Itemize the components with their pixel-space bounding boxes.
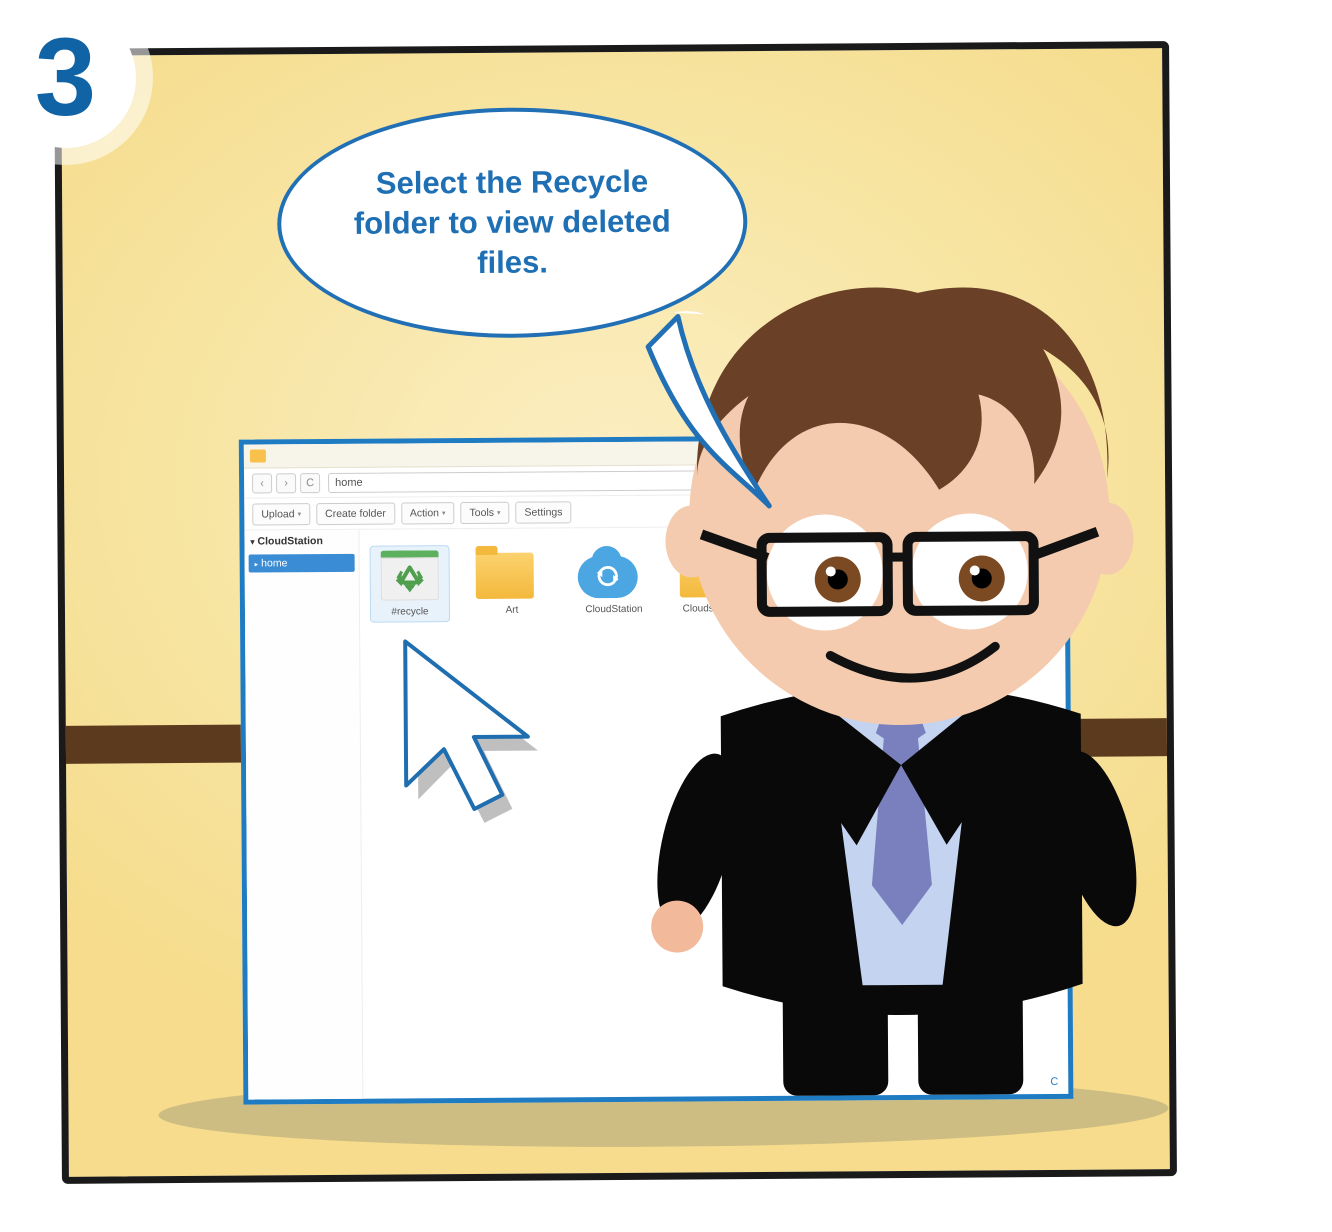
tools-label: Tools bbox=[469, 506, 494, 518]
dropdown-caret-icon: ▾ bbox=[442, 509, 446, 517]
folder-item-recycle[interactable]: #recycle bbox=[370, 545, 451, 623]
caret-down-icon: ▾ bbox=[250, 538, 254, 547]
upload-label: Upload bbox=[261, 508, 294, 520]
sidebar-item-home[interactable]: ▸home bbox=[249, 554, 355, 573]
sidebar-root[interactable]: ▾CloudStation bbox=[244, 530, 358, 553]
cloud-sync-icon bbox=[578, 556, 638, 598]
tutorial-panel: ‹ › C home Upload ▾ Create folder Action… bbox=[54, 41, 1177, 1184]
sidebar-root-label: CloudStation bbox=[257, 535, 322, 547]
dropdown-caret-icon: ▾ bbox=[497, 508, 501, 516]
speech-text: Select the Recycle folder to view delete… bbox=[331, 162, 694, 284]
item-label: Art bbox=[476, 604, 548, 616]
titlebar-folder-icon bbox=[250, 449, 266, 462]
bubble-tail-icon bbox=[638, 306, 779, 517]
folder-item-art[interactable]: Art bbox=[472, 544, 553, 620]
sidebar: ▾CloudStation ▸home bbox=[244, 530, 363, 1100]
step-number: 3 bbox=[0, 0, 153, 165]
folder-icon bbox=[476, 553, 534, 599]
step-badge: 3 bbox=[0, 0, 153, 165]
caret-right-icon: ▸ bbox=[255, 561, 259, 568]
nav-back-button[interactable]: ‹ bbox=[252, 473, 272, 493]
item-label: #recycle bbox=[375, 606, 445, 617]
sidebar-item-label: home bbox=[261, 557, 287, 569]
speech-bubble: Select the Recycle folder to view delete… bbox=[271, 106, 754, 509]
settings-label: Settings bbox=[524, 506, 562, 518]
action-label: Action bbox=[410, 507, 439, 519]
dropdown-caret-icon: ▾ bbox=[298, 510, 302, 518]
recycle-bin-icon bbox=[381, 550, 439, 600]
